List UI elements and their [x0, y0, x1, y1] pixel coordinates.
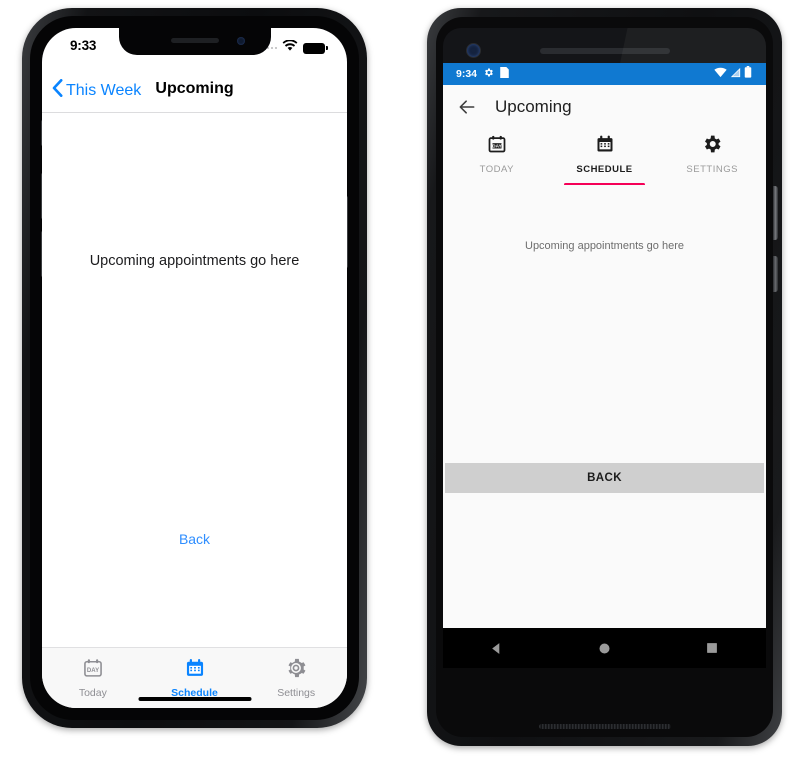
earpiece-speaker: [170, 38, 219, 43]
cell-signal-icon: [730, 65, 741, 83]
arrow-left-icon[interactable]: [457, 97, 477, 117]
gear-icon: [702, 134, 722, 159]
battery-icon: [303, 42, 328, 54]
sim-card-icon: [500, 65, 509, 83]
calendar-day-icon: DAY: [82, 657, 104, 684]
svg-text:DAY: DAY: [492, 144, 502, 149]
android-tab-settings[interactable]: SETTINGS: [658, 131, 766, 186]
ios-status-time: 9:33: [70, 38, 97, 53]
wifi-icon: [282, 39, 298, 57]
calendar-icon: [184, 657, 206, 684]
iphone-device-frame: 9:33 This Week Upcoming Upcoming appoint…: [22, 8, 367, 728]
android-tab-row: DAY TODAY SCHEDULE SETTINGS: [443, 129, 766, 186]
nav-home-circle-icon[interactable]: [574, 631, 634, 665]
android-status-time: 9:34: [456, 68, 478, 80]
ios-home-indicator[interactable]: [138, 696, 251, 701]
android-power-button[interactable]: [773, 186, 778, 240]
screenshot-stage: 9:33 This Week Upcoming Upcoming appoint…: [0, 0, 800, 760]
gear-icon: [483, 65, 494, 83]
ios-page-title: Upcoming: [155, 80, 234, 97]
nav-recents-square-icon[interactable]: [682, 631, 742, 665]
bottom-speaker-grille: [538, 724, 671, 729]
android-tab-schedule[interactable]: SCHEDULE: [551, 131, 659, 186]
gear-icon: [285, 657, 307, 684]
front-camera-icon: [467, 44, 480, 57]
ios-tab-settings-label: Settings: [277, 687, 316, 699]
android-page-title: Upcoming: [495, 97, 572, 116]
android-app-bar: Upcoming: [443, 85, 766, 129]
front-camera-icon: [236, 37, 245, 45]
android-tab-today[interactable]: DAY TODAY: [443, 131, 551, 186]
svg-text:DAY: DAY: [87, 668, 99, 674]
ios-tab-today-label: Today: [78, 687, 107, 699]
android-status-right-icons: [714, 65, 752, 83]
android-tab-today-label: TODAY: [479, 164, 515, 175]
android-placeholder-text: Upcoming appointments go here: [525, 240, 684, 252]
android-back-button[interactable]: BACK: [445, 463, 764, 493]
android-navigation-bar: [443, 628, 766, 668]
android-tab-settings-label: SETTINGS: [686, 164, 738, 175]
android-device-frame: 9:34 Upcoming DAY TODAY SCHEDULE SETTING…: [427, 8, 782, 746]
calendar-icon: [595, 134, 615, 159]
android-tab-schedule-label: SCHEDULE: [576, 164, 633, 175]
ios-back-button[interactable]: Back: [42, 531, 347, 547]
ios-content-area: Upcoming appointments go here Back: [42, 113, 347, 668]
ios-tab-today[interactable]: DAY Today: [42, 648, 144, 708]
android-volume-button[interactable]: [773, 256, 778, 292]
ios-tab-settings[interactable]: Settings: [245, 648, 347, 708]
ios-nav-bar: This Week Upcoming: [42, 68, 347, 113]
wifi-icon: [714, 65, 727, 83]
iphone-screen: 9:33 This Week Upcoming Upcoming appoint…: [42, 28, 347, 708]
calendar-day-icon: DAY: [487, 134, 507, 159]
android-status-left-icons: [483, 65, 509, 83]
android-screen: 9:34 Upcoming DAY TODAY SCHEDULE SETTING…: [443, 63, 766, 668]
battery-icon: [744, 65, 752, 83]
ios-placeholder-text: Upcoming appointments go here: [89, 253, 300, 269]
android-status-bar: 9:34: [443, 63, 766, 85]
android-content-area: Upcoming appointments go here BACK: [443, 185, 766, 668]
ios-status-icons: [262, 39, 328, 57]
iphone-notch: [118, 28, 271, 55]
nav-back-triangle-icon[interactable]: [467, 631, 527, 665]
